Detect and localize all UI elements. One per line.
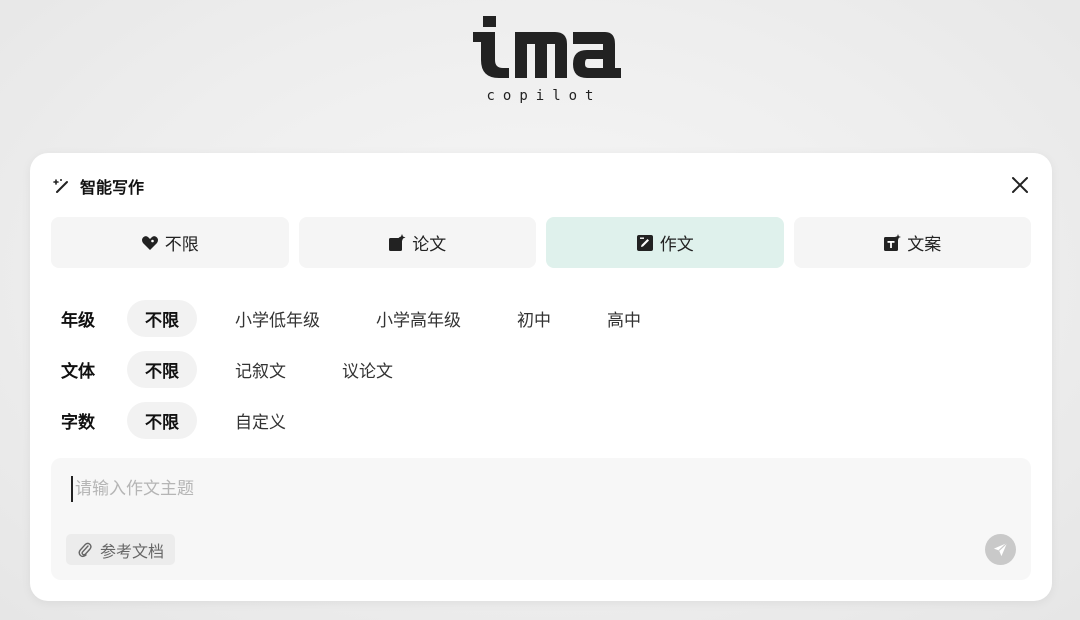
topic-input[interactable]	[71, 476, 771, 502]
tab-essay[interactable]: 作文	[546, 217, 784, 268]
filter-label-wordcount: 字数	[61, 413, 95, 433]
paperclip-icon	[78, 542, 92, 558]
tab-label: 论文	[412, 235, 447, 255]
send-icon	[993, 542, 1008, 557]
wordcount-option-custom[interactable]: 自定义	[217, 402, 304, 439]
filter-section: 年级 不限 小学低年级 小学高年级 初中 高中 文体 不限 记叙文 议论文 字数…	[61, 300, 679, 453]
tab-unlimited[interactable]: 不限	[51, 217, 289, 268]
style-option-narrative[interactable]: 记叙文	[217, 351, 304, 388]
ima-logo-mark	[473, 16, 621, 78]
style-option-unlimited[interactable]: 不限	[127, 351, 197, 388]
filter-label-style: 文体	[61, 362, 95, 382]
send-button[interactable]	[985, 534, 1016, 565]
reference-doc-label: 参考文档	[100, 541, 165, 561]
close-button[interactable]	[1008, 173, 1032, 197]
grade-option-senior-high[interactable]: 高中	[589, 300, 659, 337]
text-spark-icon	[883, 233, 902, 252]
topic-input-box: 参考文档	[51, 458, 1031, 580]
grade-option-junior-high[interactable]: 初中	[499, 300, 569, 337]
tab-label: 文案	[907, 235, 942, 255]
heart-bubble-icon	[141, 234, 159, 252]
filter-label-grade: 年级	[61, 311, 95, 331]
style-option-argumentative[interactable]: 议论文	[324, 351, 411, 388]
grade-option-unlimited[interactable]: 不限	[127, 300, 197, 337]
tab-thesis[interactable]: 论文	[298, 217, 536, 268]
filter-row-wordcount: 字数 不限 自定义	[61, 402, 679, 439]
panel-header: 智能写作	[52, 175, 144, 197]
tab-label: 不限	[164, 235, 199, 255]
edit-square-icon	[636, 234, 654, 252]
filter-row-style: 文体 不限 记叙文 议论文	[61, 351, 679, 388]
ima-logo: copilot	[440, 12, 640, 112]
grade-option-upper-primary[interactable]: 小学高年级	[358, 300, 479, 337]
filter-row-grade: 年级 不限 小学低年级 小学高年级 初中 高中	[61, 300, 679, 337]
logo-subtitle: copilot	[486, 88, 602, 104]
grade-option-lower-primary[interactable]: 小学低年级	[217, 300, 338, 337]
close-icon	[1012, 177, 1028, 193]
wordcount-option-unlimited[interactable]: 不限	[127, 402, 197, 439]
magic-wand-icon	[52, 176, 72, 196]
paper-spark-icon	[388, 233, 406, 252]
category-tabs: 不限 论文 作文 文案	[51, 217, 1031, 269]
writing-panel: 智能写作 不限 论文 作文 文案 年级 不限 小学低年级 小学高年级 初中 高中…	[30, 153, 1052, 601]
reference-doc-button[interactable]: 参考文档	[66, 534, 176, 565]
panel-title: 智能写作	[80, 178, 145, 197]
tab-copywriting[interactable]: 文案	[793, 217, 1031, 268]
tab-label: 作文	[659, 235, 694, 255]
